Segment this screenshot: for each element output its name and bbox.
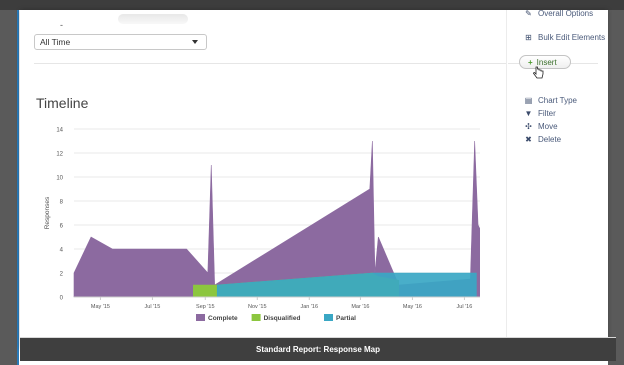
y-tick-label: 8 xyxy=(60,200,64,206)
date-range-value: All Time xyxy=(40,37,71,47)
y-tick-label: 0 xyxy=(60,296,64,302)
overall-options-link[interactable]: ✎ Overall Options xyxy=(524,9,593,18)
y-tick-label: 6 xyxy=(60,224,64,230)
pencil-icon: ✎ xyxy=(525,9,532,18)
bulk-edit-link[interactable]: ⊞ Bulk Edit Elements xyxy=(524,33,605,42)
x-tick-label: Sep '15 xyxy=(196,304,214,310)
delete-icon: ✖ xyxy=(525,135,532,144)
chart-menu-label: Chart Type xyxy=(538,96,577,105)
y-tick-label: 12 xyxy=(56,152,63,158)
filter-dash: - xyxy=(60,20,63,30)
insert-button[interactable]: + Insert xyxy=(519,55,571,69)
report-footer-bar: Standard Report: Response Map xyxy=(20,338,616,361)
chart-menu-item-filter[interactable]: ▼ Filter xyxy=(524,109,556,118)
x-tick-label: Jan '16 xyxy=(300,304,318,310)
chart-menu-item-delete[interactable]: ✖ Delete xyxy=(524,135,561,144)
legend-label: Partial xyxy=(336,315,356,322)
y-tick-label: 10 xyxy=(56,176,63,182)
y-tick-label: 2 xyxy=(60,272,64,278)
chart-menu-item-chart-type[interactable]: ▤ Chart Type xyxy=(524,96,577,105)
y-tick-label: 4 xyxy=(60,248,64,254)
filter-icon: ▼ xyxy=(524,109,533,118)
chart-menu-label: Filter xyxy=(538,109,556,118)
right-rail xyxy=(608,10,624,365)
footer-title: Standard Report: Response Map xyxy=(255,345,380,354)
chart-menu-item-move[interactable]: ✣ Move xyxy=(524,122,558,131)
bulk-edit-label: Bulk Edit Elements xyxy=(538,33,606,42)
sidebar-divider xyxy=(506,10,507,340)
legend-swatch xyxy=(251,314,261,321)
ghost-placeholder xyxy=(118,14,188,24)
chevron-down-icon xyxy=(192,40,198,44)
y-tick-label: 14 xyxy=(56,128,63,134)
left-rail xyxy=(0,10,19,365)
overall-options-label: Overall Options xyxy=(538,9,594,18)
chart-menu-label: Move xyxy=(538,122,558,131)
x-tick-label: May '15 xyxy=(91,304,110,310)
hand-cursor-icon xyxy=(533,66,544,79)
x-tick-label: Mar '16 xyxy=(351,304,369,310)
x-tick-label: Jul '16 xyxy=(457,304,473,310)
left-rail-accent xyxy=(17,10,19,365)
x-tick-label: May '16 xyxy=(403,304,422,310)
date-range-select[interactable]: All Time xyxy=(34,34,207,50)
chart-title: Timeline xyxy=(36,95,89,111)
section-divider xyxy=(34,63,506,64)
y-axis-label: Responses xyxy=(44,196,51,229)
move-icon: ✣ xyxy=(525,122,532,131)
legend-label: Complete xyxy=(208,315,238,322)
x-tick-label: Jul '15 xyxy=(145,304,161,310)
legend-swatch xyxy=(196,314,205,321)
chart-menu-label: Delete xyxy=(538,135,562,144)
x-tick-label: Nov '15 xyxy=(248,304,266,310)
grid-icon: ⊞ xyxy=(525,33,532,42)
legend-swatch xyxy=(324,314,333,321)
legend-label: Disqualified xyxy=(264,315,301,322)
timeline-chart: 0 2 4 6 8 10 12 14 Responses May '15 Jul '15 Sep '1… xyxy=(44,128,480,322)
bar-chart-icon: ▤ xyxy=(524,96,533,105)
